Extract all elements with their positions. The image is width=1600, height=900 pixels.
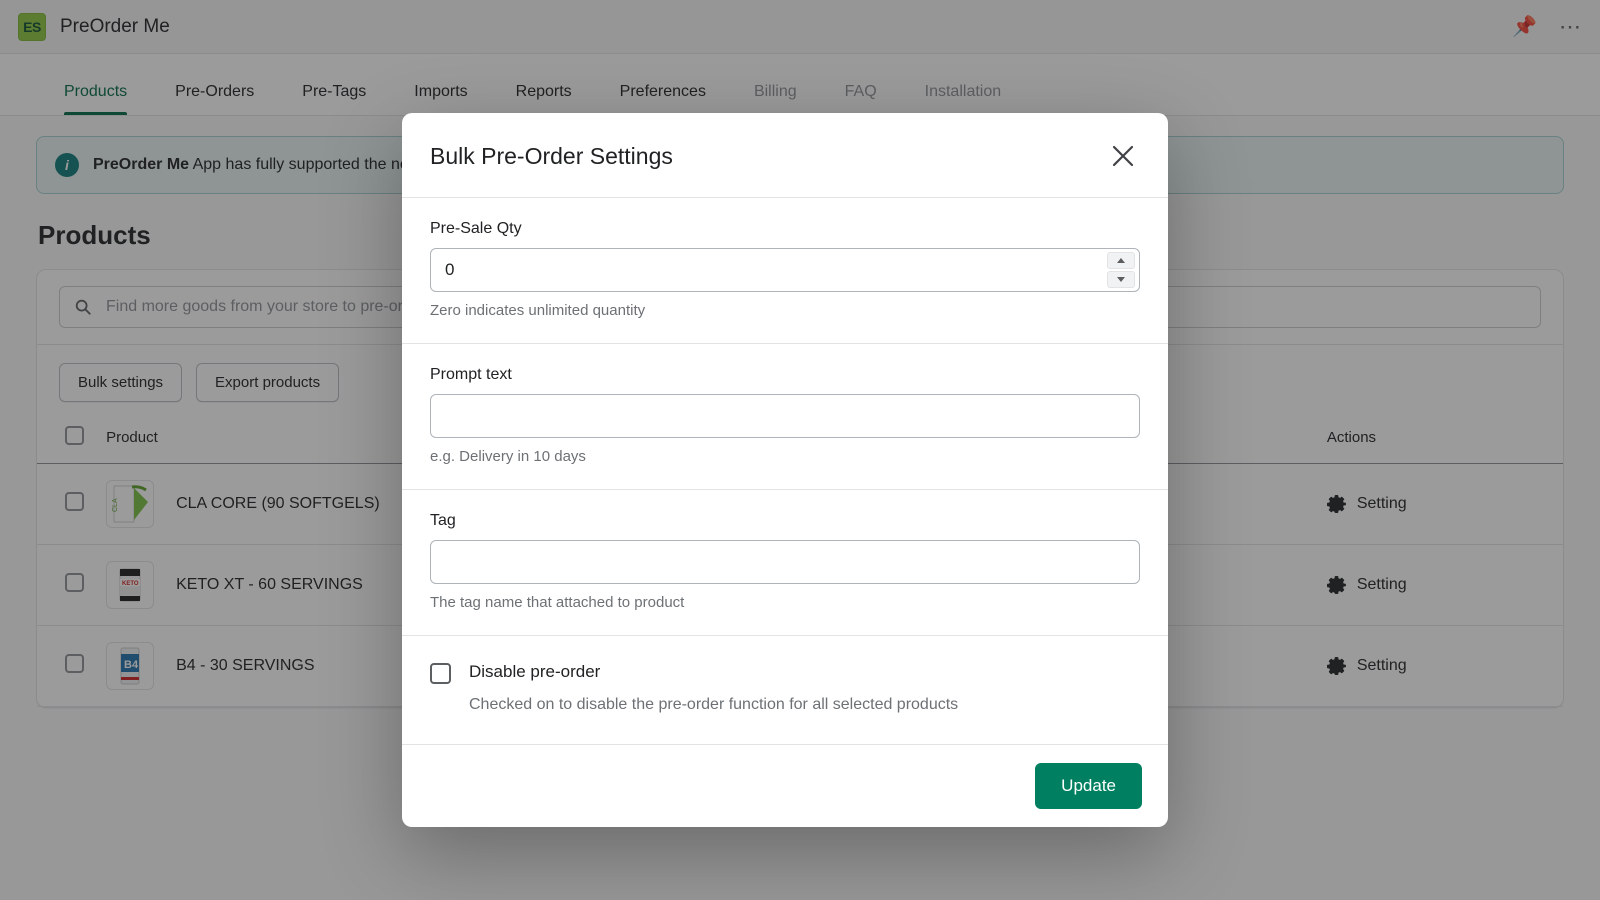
- pre-sale-qty-label: Pre-Sale Qty: [430, 220, 1140, 238]
- pre-sale-qty-input[interactable]: 0: [430, 248, 1140, 292]
- dialog-footer: Update: [402, 745, 1168, 827]
- close-button[interactable]: [1106, 139, 1140, 173]
- close-icon: [1110, 143, 1136, 169]
- quantity-decrement-button[interactable]: [1107, 271, 1135, 288]
- dialog-body: Pre-Sale Qty 0 Zero indicates unlimited …: [402, 198, 1168, 745]
- disable-pre-order-checkbox[interactable]: [430, 663, 451, 684]
- bulk-pre-order-settings-dialog: Bulk Pre-Order Settings Pre-Sale Qty 0: [402, 113, 1168, 827]
- update-button[interactable]: Update: [1035, 763, 1142, 809]
- pre-sale-qty-section: Pre-Sale Qty 0 Zero indicates unlimited …: [402, 198, 1168, 344]
- quantity-increment-button[interactable]: [1107, 252, 1135, 269]
- tag-input[interactable]: [430, 540, 1140, 584]
- chevron-down-icon: [1117, 277, 1125, 282]
- chevron-up-icon: [1117, 258, 1125, 263]
- disable-pre-order-label: Disable pre-order: [469, 662, 600, 682]
- quantity-stepper: [1107, 252, 1135, 288]
- disable-pre-order-section: Disable pre-order Checked on to disable …: [402, 636, 1168, 745]
- prompt-text-input[interactable]: [430, 394, 1140, 438]
- prompt-text-help: e.g. Delivery in 10 days: [430, 448, 1140, 465]
- prompt-text-section: Prompt text e.g. Delivery in 10 days: [402, 344, 1168, 490]
- dialog-title: Bulk Pre-Order Settings: [430, 143, 673, 170]
- tag-label: Tag: [430, 512, 1140, 530]
- screen: ES PreOrder Me 📌 ⋯ Products Pre-Orders P…: [0, 0, 1600, 900]
- dialog-header: Bulk Pre-Order Settings: [402, 113, 1168, 198]
- tag-section: Tag The tag name that attached to produc…: [402, 490, 1168, 636]
- disable-pre-order-help: Checked on to disable the pre-order func…: [469, 696, 1140, 714]
- tag-help: The tag name that attached to product: [430, 594, 1140, 611]
- pre-sale-qty-help: Zero indicates unlimited quantity: [430, 302, 1140, 319]
- pre-sale-qty-value: 0: [445, 260, 454, 280]
- prompt-text-label: Prompt text: [430, 366, 1140, 384]
